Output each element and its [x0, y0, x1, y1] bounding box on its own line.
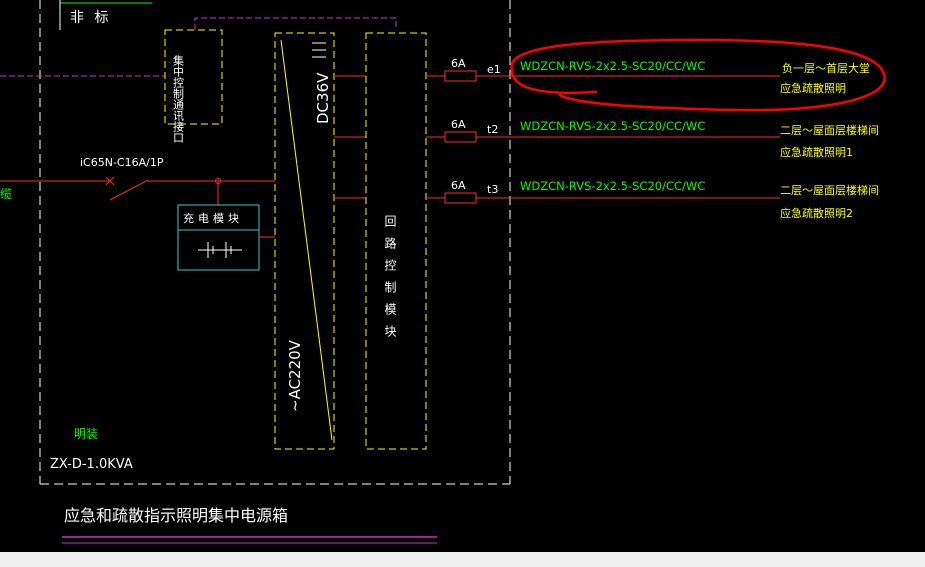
header-label: 非 标 — [70, 10, 111, 26]
circuit-id: t2 — [487, 123, 498, 136]
fuse — [444, 70, 477, 82]
highlight-annotation — [510, 38, 886, 112]
cable-spec: WDZCN-RVS-2x2.5-SC20/CC/WC — [520, 179, 705, 193]
ac-voltage-label: ~AC220V — [286, 339, 304, 412]
fuse-rating: 6A — [451, 179, 466, 192]
fuse-rating: 6A — [451, 118, 466, 131]
cad-canvas: 非 标 集中控制通讯接口 缆 iC65N-C16A/1P 充电模块 DC36V … — [0, 0, 925, 552]
breaker-contact[interactable] — [109, 179, 149, 201]
fuse — [444, 192, 477, 204]
mount-label: 明装 — [74, 427, 98, 441]
circuit-id: e1 — [487, 63, 501, 76]
dest-line2: 应急疏散照明 — [780, 81, 846, 95]
fuse — [444, 131, 477, 143]
dest-line1: 二层～屋面层楼梯间 — [780, 123, 879, 137]
circuit-t2[interactable]: 6A t2 WDZCN-RVS-2x2.5-SC20/CC/WC 二层～屋面层楼… — [426, 118, 879, 159]
breaker-label: iC65N-C16A/1P — [80, 156, 164, 169]
fuse-rating: 6A — [451, 57, 466, 70]
dest-line1: 二层～屋面层楼梯间 — [780, 183, 879, 197]
dest-line2: 应急疏散照明2 — [780, 206, 853, 220]
battery-icon — [198, 242, 242, 258]
schematic: 非 标 集中控制通讯接口 缆 iC65N-C16A/1P 充电模块 DC36V … — [0, 0, 886, 544]
comm-bus — [194, 17, 397, 30]
cabinet-title: 应急和疏散指示照明集中电源箱 — [64, 506, 288, 525]
model-label: ZX-D-1.0KVA — [50, 457, 133, 472]
dest-line2: 应急疏散照明1 — [780, 145, 853, 159]
cable-spec: WDZCN-RVS-2x2.5-SC20/CC/WC — [520, 59, 705, 73]
output-module-label: 回路控制模块 — [383, 215, 397, 347]
dc-voltage-label: DC36V — [314, 72, 332, 124]
dest-line1: 负一层～首层大堂 — [782, 61, 870, 75]
charger-label: 充电模块 — [183, 211, 243, 225]
circuit-id: t3 — [487, 183, 498, 196]
monitor-module-label: 集中控制通讯接口 — [172, 54, 185, 143]
cable-spec: WDZCN-RVS-2x2.5-SC20/CC/WC — [520, 119, 705, 133]
circuit-t3[interactable]: 6A t3 WDZCN-RVS-2x2.5-SC20/CC/WC 二层～屋面层楼… — [426, 179, 879, 220]
circuit-e1[interactable]: 6A e1 WDZCN-RVS-2x2.5-SC20/CC/WC 负一层～首层大… — [426, 57, 870, 95]
left-cable-label: 缆 — [0, 187, 12, 201]
